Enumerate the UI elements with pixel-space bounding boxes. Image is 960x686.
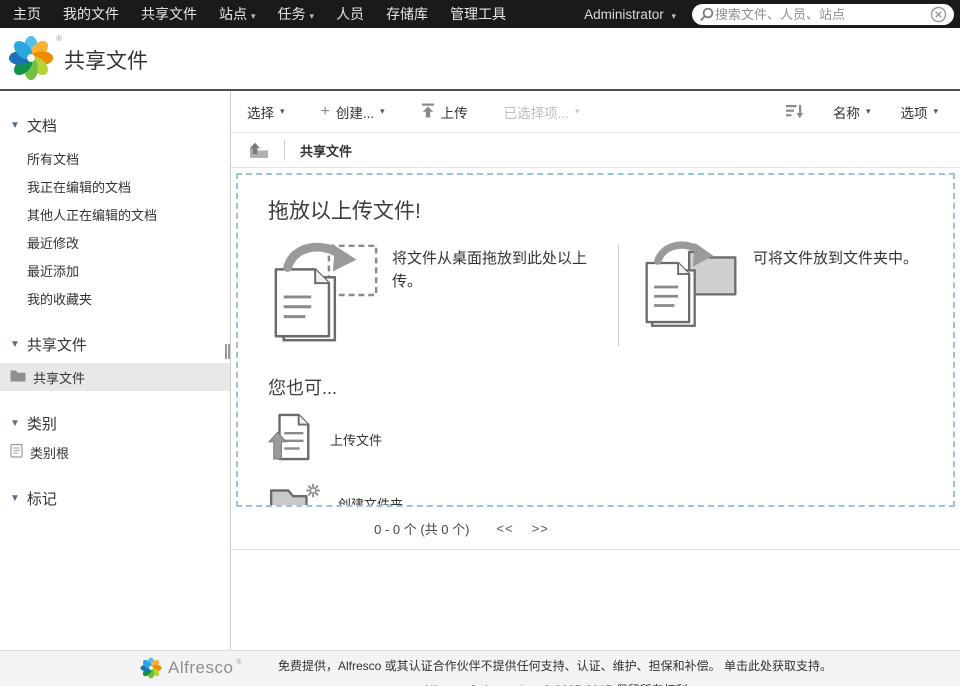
nav-item-sites[interactable]: 站点▾: [208, 4, 267, 24]
footer-support-text: 免费提供，Alfresco 或其认证合作伙伴不提供任何支持、认证、维护、担保和补…: [278, 659, 721, 673]
sidebar-section-shared-files-header[interactable]: ▼ 共享文件: [0, 332, 230, 357]
upload-file-action[interactable]: 上传文件: [268, 412, 382, 467]
options-button[interactable]: 选项 ▾: [900, 102, 938, 122]
caret-down-icon: ▾: [671, 11, 676, 21]
folder-icon: [10, 369, 26, 385]
selected-items-button[interactable]: 已选择项... ▾: [504, 102, 580, 122]
upload-button[interactable]: 上传: [421, 102, 468, 122]
create-folder-action[interactable]: 创建文件夹: [268, 480, 403, 507]
nav-item-people[interactable]: 人员: [325, 4, 375, 24]
alfresco-logo[interactable]: ®: [8, 35, 60, 83]
search-box: [692, 4, 954, 25]
search-icon[interactable]: [699, 7, 715, 22]
sidebar-item-all-documents[interactable]: 所有文档: [0, 144, 230, 172]
collapse-triangle-icon: ▼: [10, 493, 20, 504]
upload-arrow-icon: [421, 103, 435, 121]
sidebar-item-recently-added[interactable]: 最近添加: [0, 256, 230, 284]
nav-item-home[interactable]: 主页: [2, 4, 52, 24]
content-region: ▼ 文档 所有文档 我正在编辑的文档 其他人正在编辑的文档 最近修改 最近添加 …: [0, 89, 960, 650]
sidebar-item-category-root[interactable]: 类别根: [0, 438, 230, 466]
dropzone-column-divider: [618, 245, 619, 346]
caret-down-icon: ▾: [575, 106, 580, 117]
nav-item-admin-tools[interactable]: 管理工具: [439, 4, 517, 24]
nav-item-shared-files[interactable]: 共享文件: [130, 4, 208, 24]
nav-item-repository[interactable]: 存储库: [375, 4, 439, 24]
footer-alfresco-logo: Alfresco ®: [140, 657, 242, 679]
main-panel: 选择 ▾ + 创建... ▾ 上传: [231, 91, 960, 650]
sidebar-section-shared-files: ▼ 共享文件 共享文件: [0, 332, 230, 391]
registered-mark: ®: [236, 659, 241, 666]
collapse-triangle-icon: ▼: [10, 339, 20, 350]
create-folder-icon: [268, 480, 322, 507]
also-heading: 您也可...: [268, 374, 925, 400]
dropzone-desktop-hint: 将文件从桌面拖放到此处以上传。: [266, 239, 618, 352]
registered-mark: ®: [56, 34, 62, 43]
collapse-triangle-icon: ▼: [10, 120, 20, 131]
paginator: 0 - 0 个 (共 0 个) << >>: [231, 507, 960, 550]
select-button[interactable]: 选择 ▾: [247, 102, 285, 122]
drag-from-desktop-icon: [266, 239, 384, 352]
sidebar-section-tags-header[interactable]: ▼ 标记: [0, 486, 230, 511]
sort-field-button[interactable]: 名称 ▾: [833, 102, 871, 122]
alfresco-share-app: 主页 我的文件 共享文件 站点▾ 任务▾ 人员 存储库 管理工具 Adminis…: [0, 0, 960, 686]
get-support-link[interactable]: 单击此处获取支持。: [724, 659, 832, 673]
footer-brand-name: Alfresco: [168, 658, 233, 678]
caret-down-icon: ▾: [251, 11, 256, 21]
sidebar-section-tags: ▼ 标记: [0, 486, 230, 511]
caret-down-icon: ▾: [866, 106, 871, 117]
search-input[interactable]: [715, 7, 930, 22]
toolbar-right-group: 名称 ▾ 选项 ▾: [786, 102, 938, 122]
nav-item-my-files[interactable]: 我的文件: [52, 4, 130, 24]
drop-into-folder-icon: [641, 239, 741, 340]
file-drop-zone[interactable]: 拖放以上传文件!: [236, 173, 955, 507]
top-navigation: 主页 我的文件 共享文件 站点▾ 任务▾ 人员 存储库 管理工具 Adminis…: [0, 0, 960, 28]
folder-up-icon[interactable]: [247, 142, 269, 159]
breadcrumb: 共享文件: [231, 133, 960, 168]
pagination-info: 0 - 0 个 (共 0 个): [374, 519, 469, 538]
footer: Alfresco ® 免费提供，Alfresco 或其认证合作伙伴不提供任何支持…: [0, 650, 960, 686]
plus-icon: +: [321, 104, 330, 120]
document-toolbar: 选择 ▾ + 创建... ▾ 上传: [231, 91, 960, 133]
empty-document-list-area: [231, 550, 960, 650]
sidebar-item-im-editing[interactable]: 我正在编辑的文档: [0, 172, 230, 200]
create-button[interactable]: + 创建... ▾: [321, 102, 385, 122]
sidebar-section-documents-header[interactable]: ▼ 文档: [0, 113, 230, 138]
dropzone-folder-hint: 可将文件放到文件夹中。: [641, 239, 918, 340]
next-page-link[interactable]: >>: [532, 521, 549, 536]
page-title: 共享文件: [64, 45, 148, 75]
footer-copyright: Alfresco Software Inc. © 2005-2017 保留所有权…: [262, 681, 848, 686]
sidebar: ▼ 文档 所有文档 我正在编辑的文档 其他人正在编辑的文档 最近修改 最近添加 …: [0, 91, 231, 650]
caret-down-icon: ▾: [380, 106, 385, 117]
sidebar-resize-handle[interactable]: [225, 344, 230, 359]
page-header: ® 共享文件: [0, 28, 960, 89]
footer-text: 免费提供，Alfresco 或其认证合作伙伴不提供任何支持、认证、维护、担保和补…: [262, 657, 848, 686]
nav-item-tasks[interactable]: 任务▾: [267, 4, 326, 24]
caret-down-icon: ▾: [310, 11, 315, 21]
sidebar-item-others-editing[interactable]: 其他人正在编辑的文档: [0, 200, 230, 228]
previous-page-link[interactable]: <<: [496, 521, 513, 536]
sidebar-section-documents: ▼ 文档 所有文档 我正在编辑的文档 其他人正在编辑的文档 最近修改 最近添加 …: [0, 113, 230, 312]
caret-down-icon: ▾: [933, 106, 938, 117]
sort-direction-icon[interactable]: [786, 104, 803, 119]
sidebar-section-categories: ▼ 类别 类别根: [0, 411, 230, 466]
clear-search-icon[interactable]: [930, 6, 947, 23]
dropzone-hints-row: 将文件从桌面拖放到此处以上传。: [266, 239, 925, 352]
caret-down-icon: ▾: [280, 106, 285, 117]
breadcrumb-divider: [284, 140, 285, 160]
user-menu[interactable]: Administrator ▾: [584, 7, 676, 22]
collapse-triangle-icon: ▼: [10, 418, 20, 429]
sidebar-item-my-favorites[interactable]: 我的收藏夹: [0, 284, 230, 312]
sidebar-item-shared-files-root[interactable]: 共享文件: [0, 363, 230, 391]
category-document-icon: [10, 443, 23, 461]
upload-file-icon: [268, 412, 314, 467]
sidebar-item-recently-modified[interactable]: 最近修改: [0, 228, 230, 256]
dropzone-title: 拖放以上传文件!: [268, 195, 925, 225]
breadcrumb-current-folder[interactable]: 共享文件: [300, 141, 352, 160]
sidebar-section-categories-header[interactable]: ▼ 类别: [0, 411, 230, 436]
